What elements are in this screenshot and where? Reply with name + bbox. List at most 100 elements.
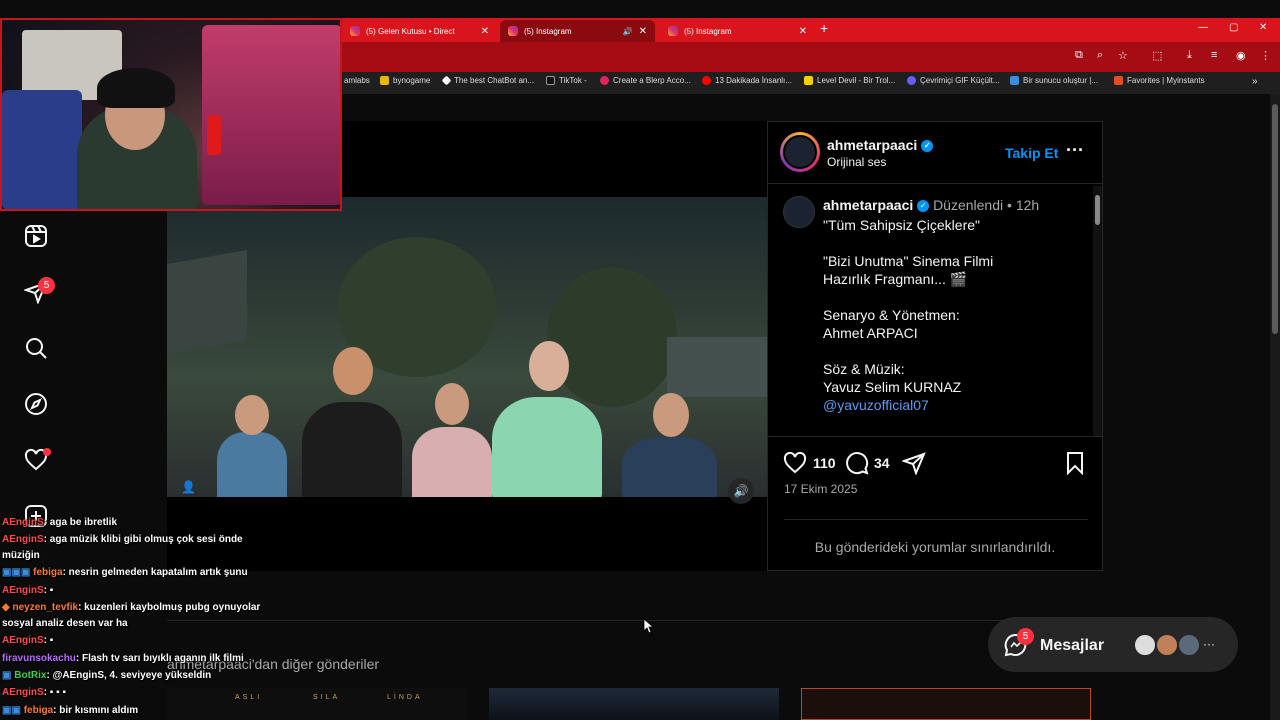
- bookmark-item[interactable]: TikTok -: [546, 76, 587, 85]
- messages-badge: 5: [38, 277, 55, 294]
- install-icon[interactable]: ⧉: [1075, 49, 1083, 62]
- bookmark-item[interactable]: Level Devil - Bir Trol...: [804, 76, 895, 85]
- caption-scrollbar-thumb[interactable]: [1095, 195, 1100, 225]
- badge-icon: ▣: [2, 670, 15, 681]
- tab-instagram-active[interactable]: (5) Instagram 🔊 ✕: [500, 20, 655, 42]
- badge-icon: ▣▣▣: [2, 567, 34, 578]
- close-icon[interactable]: ✕: [1259, 22, 1267, 33]
- bookmark-item[interactable]: The best ChatBot an...: [441, 75, 534, 86]
- chat-message: sosyal analiz desen var ha: [2, 618, 128, 629]
- mention-link[interactable]: @yavuzofficial07: [823, 396, 1083, 414]
- chat-message: AEnginS: aga müzik klibi gibi olmuş çok …: [2, 534, 243, 545]
- caption-username[interactable]: ahmetarpaaci: [823, 197, 913, 213]
- close-icon[interactable]: ✕: [639, 26, 647, 37]
- webcam-overlay: [0, 18, 342, 211]
- more-dots-icon[interactable]: ···: [1203, 637, 1215, 651]
- bookmark-item[interactable]: Bir sunucu oluştur |...: [1010, 76, 1098, 85]
- scrollbar-thumb[interactable]: [1272, 104, 1278, 334]
- post-time[interactable]: 12h: [1016, 197, 1039, 213]
- close-icon[interactable]: ✕: [799, 26, 807, 37]
- post-date[interactable]: 17 Ekim 2025: [784, 482, 857, 496]
- messages-label[interactable]: Mesajlar: [1040, 637, 1104, 655]
- caption-line: "Bizi Unutma" Sinema Filmi: [823, 253, 994, 269]
- avatar[interactable]: [783, 196, 815, 228]
- avatar[interactable]: [780, 132, 820, 172]
- caption-line: Hazırlık Fragmanı... 🎬: [823, 271, 968, 287]
- bookmark-item[interactable]: 13 Dakikada İnsanlı...: [702, 76, 792, 85]
- chat-message: AEnginS: aga be ibretlik: [2, 517, 118, 528]
- speaker-icon[interactable]: 🔊: [623, 27, 633, 36]
- chat-message: ▣▣▣ febiga: nesrin gelmeden kapatalım ar…: [2, 567, 248, 578]
- person-head: [333, 347, 373, 395]
- extensions-icon[interactable]: ⬚: [1152, 49, 1162, 62]
- person-shape: [217, 432, 287, 497]
- tab-title: (5) Instagram: [684, 26, 732, 36]
- close-icon[interactable]: ✕: [481, 26, 489, 37]
- bookmark-item[interactable]: bynogame: [380, 76, 430, 85]
- separator: •: [1007, 197, 1012, 213]
- candle-shape: [207, 115, 221, 155]
- like-heart-icon[interactable]: [783, 451, 807, 480]
- house-shape: [167, 249, 247, 355]
- caption-line: Senaryo & Yönetmen:: [823, 307, 960, 323]
- background-light-shape: [202, 25, 340, 205]
- tab-instagram[interactable]: (5) Instagram ✕: [660, 20, 815, 42]
- bookmark-item[interactable]: Favorites | Myinstants: [1114, 76, 1205, 85]
- avatar: [1177, 633, 1201, 657]
- bookmark-icon: [1114, 76, 1123, 85]
- post-thumbnail[interactable]: ASLI SILA LİNDA: [167, 688, 467, 720]
- zoom-icon[interactable]: ⌕: [1097, 49, 1103, 62]
- caption-text: "Tüm Sahipsiz Çiçeklere" "Bizi Unutma" S…: [823, 216, 1083, 414]
- restore-icon[interactable]: ▢: [1229, 22, 1238, 33]
- minimize-icon[interactable]: —: [1198, 22, 1208, 33]
- chat-message: firavunsokachu: Flash tv sarı bıyıklı ag…: [2, 653, 244, 664]
- thumb-text: SILA: [313, 694, 341, 701]
- divider: [784, 519, 1088, 520]
- person-shape: [622, 437, 717, 497]
- tab-title: (5) Instagram: [524, 26, 572, 36]
- bookmark-icon: [441, 75, 452, 86]
- person-head: [435, 383, 469, 425]
- emote-icon: ▪: [47, 585, 54, 596]
- share-icon[interactable]: [900, 451, 926, 480]
- reels-icon[interactable]: [24, 224, 48, 248]
- divider: [167, 620, 1103, 621]
- caption-header: ahmetarpaaci ✓ Düzenlendi • 12h: [823, 197, 1039, 213]
- follow-button[interactable]: Takip Et: [1005, 145, 1058, 161]
- comment-count[interactable]: 34: [874, 455, 890, 471]
- explore-compass-icon[interactable]: [24, 392, 48, 416]
- bookmark-icon: [380, 76, 389, 85]
- comment-icon[interactable]: [845, 451, 869, 480]
- post-thumbnail[interactable]: [801, 688, 1091, 720]
- bookmark-icon: [1010, 76, 1019, 85]
- star-icon[interactable]: ☆: [1118, 49, 1128, 62]
- menu-dots-icon[interactable]: ⋮: [1260, 49, 1271, 62]
- badge-icon: ◆: [2, 602, 13, 613]
- person-head: [653, 393, 689, 437]
- bookmark-icon: [804, 76, 813, 85]
- media-control-icon[interactable]: ≡: [1211, 49, 1217, 61]
- bookmark-save-icon[interactable]: [1063, 451, 1087, 480]
- vehicle-shape: [667, 337, 767, 397]
- mouse-cursor-icon: [643, 618, 655, 638]
- bookmark-icon: [907, 76, 916, 85]
- post-thumbnail[interactable]: [489, 688, 779, 720]
- volume-icon[interactable]: 🔊: [728, 478, 754, 504]
- tab-inbox[interactable]: (5) Gelen Kutusu • Direct ✕: [342, 20, 497, 42]
- more-bookmarks-icon[interactable]: »: [1252, 76, 1258, 87]
- video-frame[interactable]: [167, 197, 767, 497]
- bookmark-item[interactable]: Çevrimiçi GIF Küçült...: [907, 76, 1000, 85]
- profile-icon[interactable]: ◉: [1236, 49, 1246, 62]
- user-tag-icon[interactable]: 👤: [181, 480, 205, 500]
- like-count[interactable]: 110: [813, 455, 836, 471]
- tab-title: (5) Gelen Kutusu • Direct: [366, 26, 455, 36]
- more-dots-icon[interactable]: ···: [1066, 140, 1084, 161]
- bookmark-item[interactable]: Create a Blerp Acco...: [600, 76, 691, 85]
- search-icon[interactable]: [24, 336, 48, 360]
- post-username[interactable]: ahmetarpaaci ✓: [827, 137, 934, 153]
- download-icon[interactable]: ⤓: [1187, 49, 1192, 62]
- bookmark-item[interactable]: amlabs: [344, 76, 370, 85]
- instagram-icon: [350, 26, 360, 36]
- plus-icon[interactable]: +: [820, 20, 828, 36]
- audio-label[interactable]: Orijinal ses: [827, 155, 886, 169]
